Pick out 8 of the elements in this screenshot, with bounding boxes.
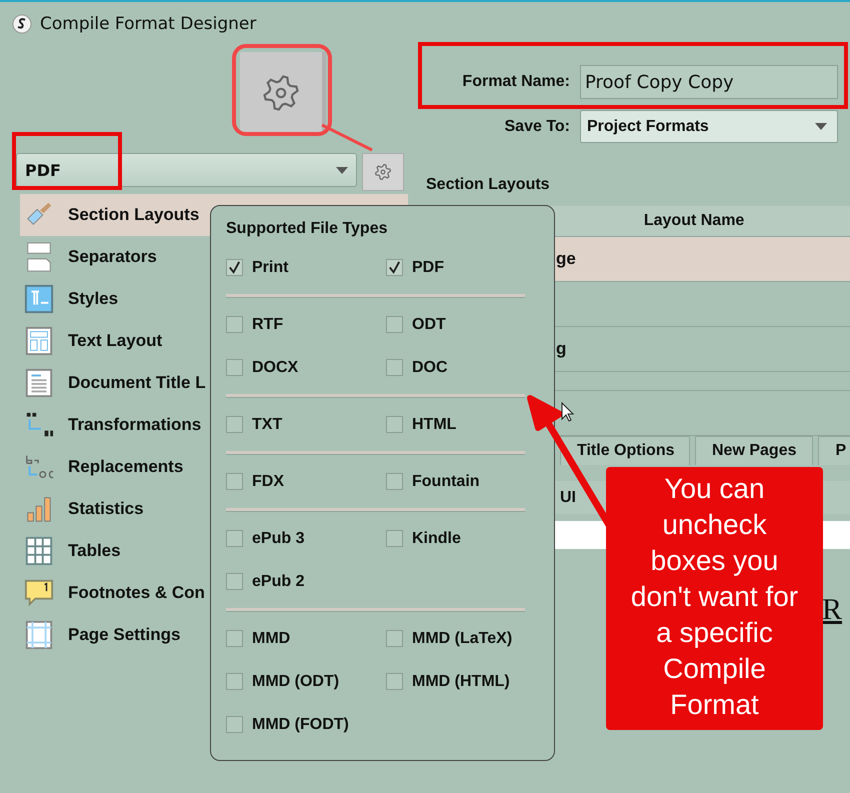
field-label: Save To: xyxy=(504,118,570,136)
popover-title: Supported File Types xyxy=(226,220,388,239)
preview-text: R xyxy=(822,593,842,626)
callout-note: You can uncheck boxes you don't want for a specific Compile Format xyxy=(606,467,823,730)
option-text: UI xyxy=(560,488,576,506)
section-title: Section Layouts xyxy=(425,176,551,195)
window-title: Compile Format Designer xyxy=(40,14,256,34)
field-label: Format Name: xyxy=(461,73,570,91)
